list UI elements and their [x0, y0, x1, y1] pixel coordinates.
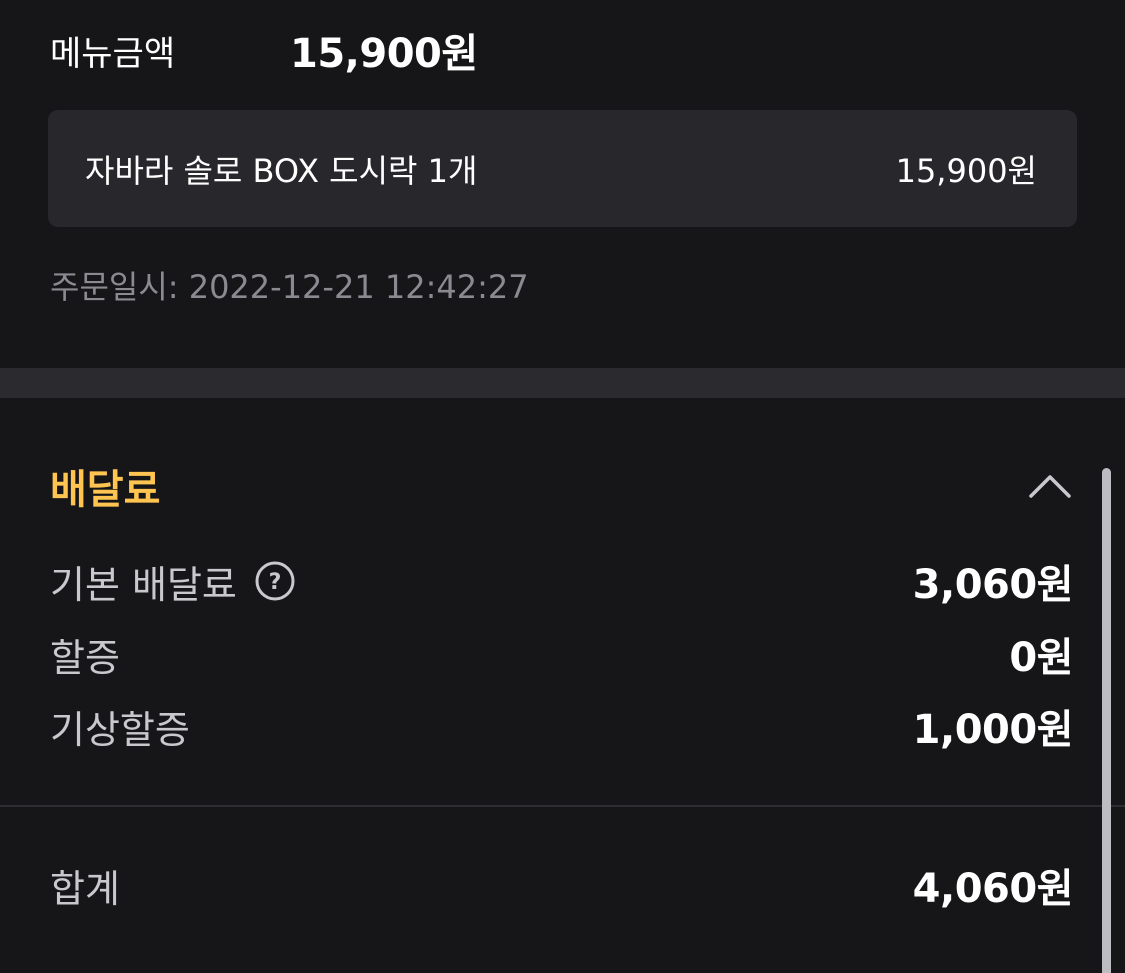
- surcharge-row: 할증 0원: [50, 624, 1073, 684]
- surcharge-label: 할증: [50, 635, 120, 680]
- order-item-card: 자바라 솔로 BOX 도시락 1개 15,900원: [48, 110, 1077, 227]
- menu-amount-row: 메뉴금액 15,900원: [50, 20, 478, 80]
- total-label: 합계: [50, 866, 120, 911]
- total-value: 4,060원: [912, 866, 1074, 912]
- total-row: 합계 4,060원: [50, 855, 1074, 915]
- weather-surcharge-value: 1,000원: [912, 707, 1074, 753]
- menu-amount-value: 15,900원: [290, 31, 478, 77]
- menu-amount-label: 메뉴금액: [50, 33, 176, 74]
- order-date: 주문일시: 2022-12-21 12:42:27: [50, 268, 529, 306]
- delivery-fee-title: 배달료: [50, 467, 161, 513]
- base-delivery-fee-row: 기본 배달료 ? 3,060원: [50, 551, 1074, 611]
- order-item-name: 자바라 솔로 BOX 도시락 1개: [85, 151, 478, 190]
- chevron-up-icon[interactable]: [1027, 463, 1073, 509]
- base-delivery-fee-value: 3,060원: [912, 562, 1074, 608]
- order-item-price: 15,900원: [895, 151, 1037, 190]
- section-divider: [0, 368, 1125, 398]
- order-detail-screen: 메뉴금액 15,900원 자바라 솔로 BOX 도시락 1개 15,900원 주…: [0, 0, 1125, 973]
- question-circle-icon[interactable]: ?: [253, 559, 297, 603]
- total-divider: [0, 805, 1125, 807]
- delivery-fee-header[interactable]: 배달료: [50, 455, 1075, 517]
- svg-text:?: ?: [269, 570, 282, 595]
- scrollbar-thumb[interactable]: [1102, 468, 1111, 973]
- surcharge-value: 0원: [1009, 635, 1073, 681]
- weather-surcharge-row: 기상할증 1,000원: [50, 696, 1074, 756]
- weather-surcharge-label: 기상할증: [50, 707, 190, 752]
- base-delivery-fee-label: 기본 배달료: [50, 562, 237, 607]
